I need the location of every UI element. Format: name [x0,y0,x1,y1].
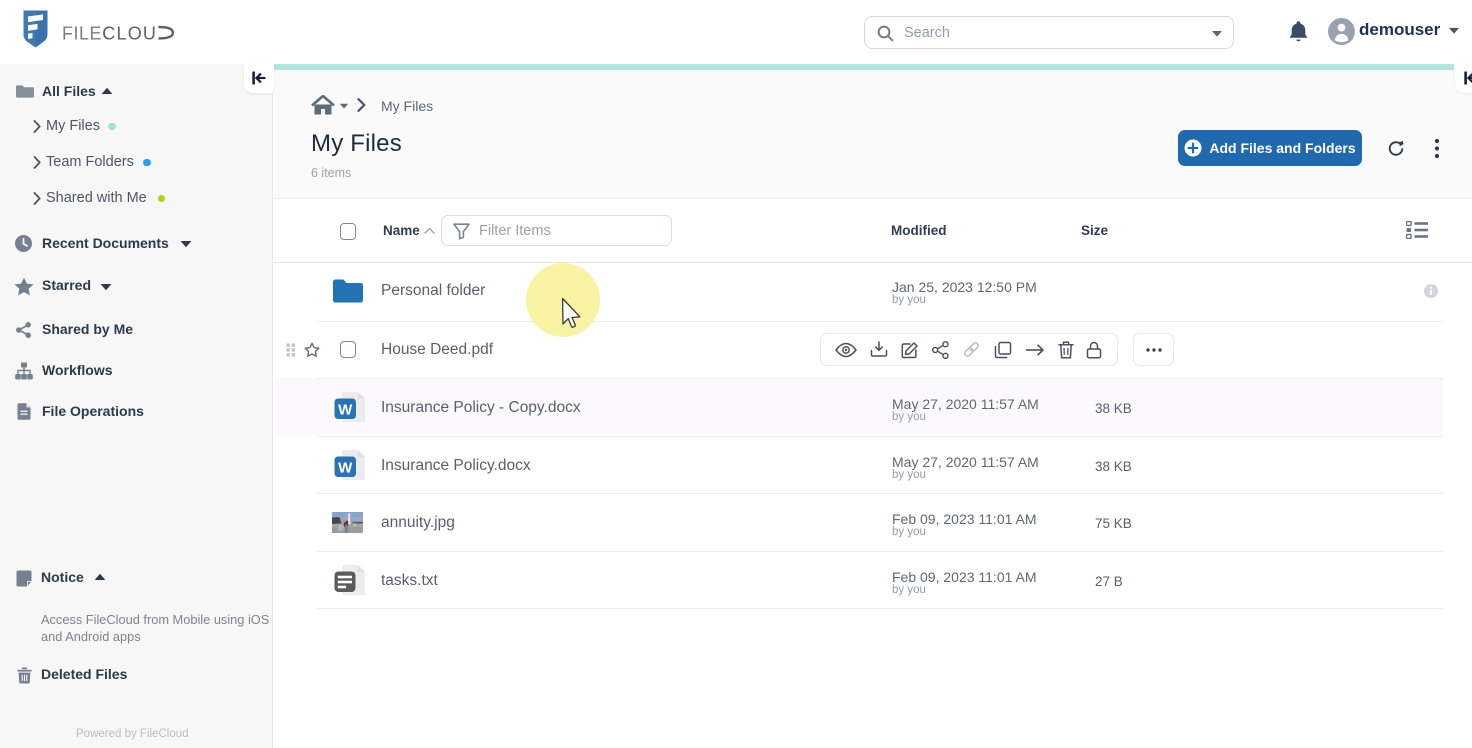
svg-text:W: W [338,460,353,477]
svg-text:W: W [338,402,353,419]
svg-text:CLOU: CLOU [102,24,157,44]
svg-text:FILE: FILE [62,24,102,44]
